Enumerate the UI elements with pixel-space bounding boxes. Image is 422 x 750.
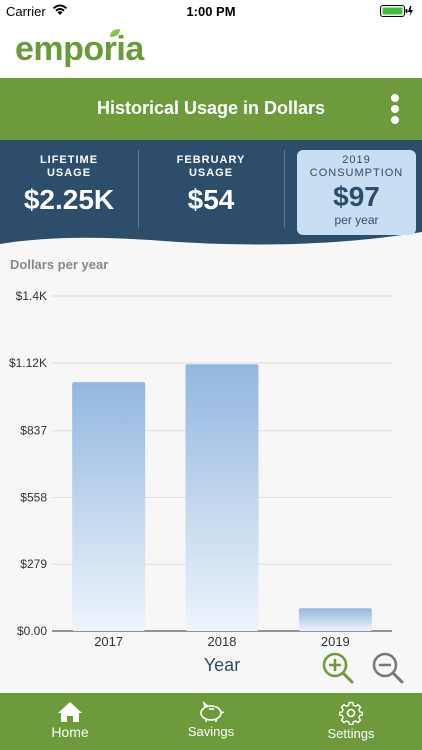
emporia-logo: emporia (15, 29, 144, 69)
usage-chart: Dollars per year $0.00 $279 $558 $837 $1.12K… (0, 245, 422, 693)
divider (284, 150, 285, 228)
logo-text: emporia (15, 30, 144, 68)
y-tick-label: $1.12K (9, 356, 47, 370)
zoom-out-icon[interactable] (371, 651, 405, 685)
bar-2019[interactable] (298, 608, 372, 631)
lifetime-label-2: USAGE (46, 167, 92, 179)
y-tick-label: $558 (20, 490, 47, 504)
y-tick-label: $0.00 (17, 624, 47, 638)
divider (138, 150, 139, 228)
status-bar: Carrier 1:00 PM (0, 0, 422, 22)
gear-icon (339, 701, 363, 725)
home-icon (58, 702, 82, 722)
usage-summary: LIFETIME USAGE $2.25K FEBRUARY USAGE $54… (0, 140, 422, 245)
month-value: $54 (187, 184, 235, 215)
year-label-2: CONSUMPTION (309, 167, 404, 179)
lifetime-usage-stat[interactable]: LIFETIME USAGE $2.25K (0, 140, 138, 238)
tab-settings[interactable]: Settings (281, 693, 421, 750)
page-header: Historical Usage in Dollars (0, 78, 422, 140)
tab-savings-label: Savings (187, 724, 235, 739)
x-tick-label: 2017 (94, 634, 123, 649)
y-tick-label: $279 (20, 557, 47, 571)
y-tick-label: $1.4K (16, 289, 47, 303)
lifetime-label-1: LIFETIME (39, 154, 99, 166)
page-title: Historical Usage in Dollars (96, 98, 326, 118)
month-usage-stat[interactable]: FEBRUARY USAGE $54 (142, 140, 280, 238)
logo-bar: emporia (0, 22, 422, 78)
year-label-1: 2019 (342, 154, 371, 166)
month-label-1: FEBRUARY (176, 154, 246, 166)
tab-home[interactable]: Home (0, 693, 140, 750)
x-axis-title: Year (204, 655, 240, 675)
tab-home-label: Home (51, 724, 89, 740)
lifetime-value: $2.25K (23, 184, 115, 215)
tab-bar: Home Savings Settings (0, 693, 422, 750)
more-options-icon[interactable] (386, 93, 404, 127)
piggy-bank-icon (200, 701, 225, 722)
tab-savings[interactable]: Savings (141, 693, 281, 750)
year-value: $97 (333, 181, 380, 212)
battery-icon (380, 5, 413, 17)
year-consumption-stat[interactable]: 2019 CONSUMPTION $97 per year (297, 150, 416, 235)
tab-settings-label: Settings (327, 726, 375, 741)
bar-2017[interactable] (72, 382, 146, 631)
x-tick-label: 2019 (321, 634, 350, 649)
x-tick-label: 2018 (208, 634, 237, 649)
status-time: 1:00 PM (186, 4, 236, 19)
month-label-2: USAGE (188, 167, 234, 179)
leaf-icon (110, 29, 120, 37)
zoom-in-icon[interactable] (321, 651, 355, 685)
bar-chart: $0.00 $279 $558 $837 $1.12K $1.4K 2017 2018 2019… (9, 289, 392, 675)
y-tick-label: $837 (20, 424, 47, 438)
year-sub: per year (334, 213, 379, 227)
bar-2018[interactable] (185, 364, 259, 631)
